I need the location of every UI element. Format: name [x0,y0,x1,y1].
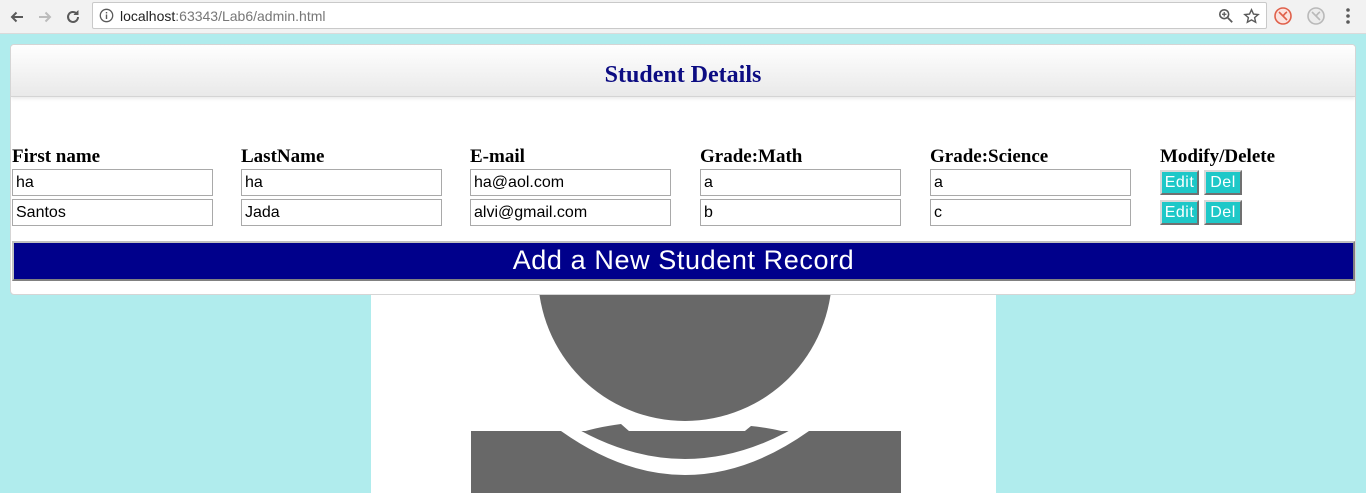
last-name-field[interactable]: ha [241,169,442,196]
column-header-email: E-mail [470,146,525,167]
student-panel: Student Details First name LastName E-ma… [10,44,1356,295]
bookmark-button[interactable] [1242,7,1260,25]
delete-button[interactable]: Del [1204,200,1242,225]
edit-button[interactable]: Edit [1160,200,1199,225]
grade-math-field[interactable]: b [700,199,901,226]
grade-science-field[interactable]: c [930,199,1131,226]
reload-icon [67,10,79,23]
zoom-button[interactable] [1217,7,1235,25]
first-name-field[interactable]: Santos [12,199,213,226]
zoom-icon [1218,8,1233,23]
add-student-button[interactable]: Add a New Student Record [12,241,1355,281]
email-field[interactable]: alvi@gmail.com [470,199,671,226]
url-path: :63343/Lab6/admin.html [175,8,326,24]
grade-science-field[interactable]: a [930,169,1131,196]
address-bar[interactable]: localhost:63343/Lab6/admin.html [92,2,1267,29]
forward-button[interactable] [32,4,58,30]
avatar-image [371,294,996,493]
browser-toolbar: localhost:63343/Lab6/admin.html [0,0,1366,34]
url-host: localhost [120,8,176,24]
column-header-first-name: First name [12,146,101,167]
grade-math-field[interactable]: a [700,169,901,196]
first-name-field[interactable]: ha [12,169,213,196]
arrow-left-icon [10,11,23,23]
user-silhouette-icon [471,294,901,493]
email-field[interactable]: ha@aol.com [470,169,671,196]
arrow-right-icon [39,11,52,23]
delete-button[interactable]: Del [1204,170,1242,195]
url-text: localhost:63343/Lab6/admin.html [120,8,325,24]
page-title: Student Details [604,62,762,88]
extension-red-icon[interactable] [1273,6,1293,26]
panel-header: Student Details [11,45,1355,97]
extension-gray-icon[interactable] [1306,6,1326,26]
column-header-last-name: LastName [241,146,325,167]
column-header-grade-math: Grade:Math [700,146,803,167]
last-name-field[interactable]: Jada [241,199,442,226]
reload-button[interactable] [60,4,86,30]
more-menu-icon[interactable] [1340,6,1356,26]
info-icon[interactable] [99,8,114,23]
column-header-modify-delete: Modify/Delete [1160,146,1276,167]
edit-button[interactable]: Edit [1160,170,1199,195]
back-button[interactable] [4,4,30,30]
star-icon [1242,7,1260,24]
column-header-grade-science: Grade:Science [930,146,1049,167]
